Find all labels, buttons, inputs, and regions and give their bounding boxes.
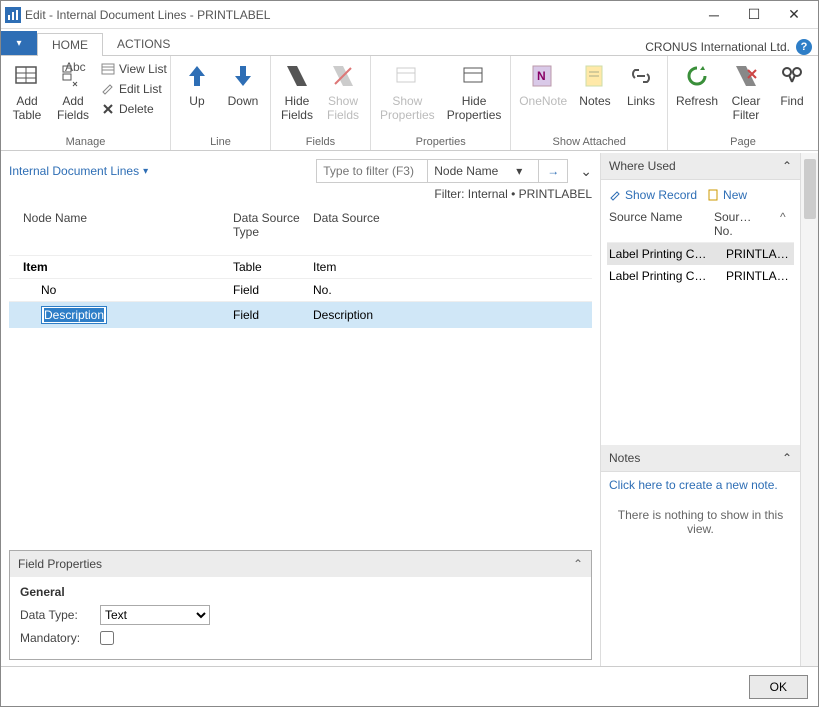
- onenote-button[interactable]: N OneNote: [515, 58, 571, 112]
- new-link[interactable]: New: [707, 188, 747, 202]
- group-manage-label: Manage: [1, 134, 170, 150]
- cell-source-no: PRINTLAB…: [726, 247, 792, 261]
- field-properties-header[interactable]: Field Properties ⌃: [10, 551, 591, 577]
- cell-node-name[interactable]: Item: [23, 260, 48, 274]
- filter-box: Node Name ▾ →: [316, 159, 568, 183]
- chevron-up-icon: ⌃: [573, 557, 583, 571]
- mandatory-checkbox[interactable]: [100, 631, 114, 645]
- ribbon: Add Table Abc Add Fields View List Edit …: [1, 55, 818, 151]
- filter-input[interactable]: [317, 162, 427, 180]
- links-button[interactable]: Links: [619, 58, 663, 112]
- tab-home[interactable]: HOME: [37, 33, 103, 56]
- cell-ds: Description: [313, 308, 592, 322]
- data-type-select[interactable]: Text: [100, 605, 210, 625]
- svg-text:N: N: [537, 69, 546, 83]
- group-properties-label: Properties: [371, 134, 510, 150]
- close-button[interactable]: ✕: [774, 3, 814, 27]
- field-properties-panel: Field Properties ⌃ General Data Type: Te…: [9, 550, 592, 660]
- data-type-label: Data Type:: [20, 608, 90, 622]
- cell-source-no: PRINTLAB…: [726, 269, 792, 283]
- chevron-down-icon: ▾: [143, 166, 148, 177]
- add-table-button[interactable]: Add Table: [5, 58, 49, 127]
- up-button[interactable]: Up: [175, 58, 219, 112]
- active-filter-text: Filter: Internal • PRINTLABEL: [9, 183, 592, 205]
- cell-node-name[interactable]: No: [41, 283, 56, 297]
- group-fields-label: Fields: [271, 134, 370, 150]
- header-ds[interactable]: Data Source: [313, 211, 592, 239]
- footer: OK: [1, 666, 818, 706]
- cell-source-name: Label Printing C…: [609, 269, 726, 283]
- table-row[interactable]: DescriptionFieldDescription: [9, 301, 592, 328]
- mandatory-label: Mandatory:: [20, 631, 90, 645]
- where-used-table-header: Source Name Sour… No. ^: [607, 206, 794, 243]
- content-area: Internal Document Lines ▾ Node Name ▾ → …: [1, 153, 818, 666]
- hide-fields-button[interactable]: Hide Fields: [275, 58, 319, 127]
- header-dstype[interactable]: Data Source Type: [233, 211, 313, 239]
- window-title: Edit - Internal Document Lines - PRINTLA…: [25, 8, 694, 22]
- delete-button[interactable]: Delete: [97, 100, 171, 118]
- filter-field-select[interactable]: Node Name ▾: [428, 164, 538, 178]
- ribbon-tabs: ▾ HOME ACTIONS CRONUS International Ltd.…: [1, 29, 818, 55]
- header-source-name[interactable]: Source Name: [609, 210, 714, 238]
- scrollbar-thumb[interactable]: [804, 159, 816, 219]
- where-used-row[interactable]: Label Printing C…PRINTLAB…: [607, 265, 794, 287]
- hide-properties-button[interactable]: Hide Properties: [442, 58, 507, 127]
- filter-go-button[interactable]: →: [539, 164, 567, 178]
- create-note-link[interactable]: Click here to create a new note.: [601, 472, 800, 498]
- cell-dstype: Field: [233, 283, 313, 297]
- cell-dstype: Table: [233, 260, 313, 274]
- notes-header[interactable]: Notes ⌃: [601, 445, 800, 472]
- cell-ds: Item: [313, 260, 592, 274]
- down-button[interactable]: Down: [221, 58, 265, 112]
- show-properties-button[interactable]: Show Properties: [375, 58, 440, 127]
- view-list-button[interactable]: View List: [97, 60, 171, 78]
- header-node-name[interactable]: Node Name: [23, 211, 233, 239]
- show-record-link[interactable]: Show Record: [609, 188, 697, 202]
- header-source-no[interactable]: Sour… No.: [714, 210, 780, 238]
- notes-button[interactable]: Notes: [573, 58, 617, 112]
- chevron-down-icon: ▾: [516, 164, 522, 178]
- edit-list-button[interactable]: Edit List: [97, 80, 171, 98]
- chevron-up-icon: ^: [780, 210, 792, 238]
- sidepane: Where Used ⌃ Show Record New Source Name…: [600, 153, 800, 666]
- general-heading: General: [20, 585, 581, 599]
- grid-header: Node Name Data Source Type Data Source: [9, 205, 592, 255]
- expand-filter-button[interactable]: ⌄: [580, 163, 592, 180]
- group-line-label: Line: [171, 134, 270, 150]
- show-fields-button[interactable]: Show Fields: [321, 58, 365, 127]
- titlebar: Edit - Internal Document Lines - PRINTLA…: [1, 1, 818, 29]
- refresh-button[interactable]: Refresh: [672, 58, 722, 112]
- cell-dstype: Field: [233, 308, 313, 322]
- company-label: CRONUS International Ltd. ?: [645, 39, 812, 55]
- svg-text:Abc: Abc: [65, 62, 86, 74]
- minimize-button[interactable]: ─: [694, 3, 734, 27]
- scrollbar[interactable]: [800, 153, 818, 666]
- chevron-up-icon: ⌃: [782, 451, 792, 465]
- group-attached-label: Show Attached: [511, 134, 667, 150]
- cell-node-name[interactable]: Description: [41, 306, 107, 324]
- chevron-up-icon: ⌃: [782, 159, 792, 173]
- clear-filter-button[interactable]: Clear Filter: [724, 58, 768, 127]
- tab-actions[interactable]: ACTIONS: [103, 33, 184, 55]
- where-used-header[interactable]: Where Used ⌃: [601, 153, 800, 180]
- add-fields-button[interactable]: Abc Add Fields: [51, 58, 95, 127]
- notes-empty-text: There is nothing to show in this view.: [601, 498, 800, 546]
- where-used-row[interactable]: Label Printing C…PRINTLAB…: [607, 243, 794, 265]
- group-page-label: Page: [668, 134, 818, 150]
- file-tab[interactable]: ▾: [1, 31, 37, 55]
- app-icon: [5, 7, 21, 23]
- maximize-button[interactable]: ☐: [734, 3, 774, 27]
- cell-ds: No.: [313, 283, 592, 297]
- find-button[interactable]: Find: [770, 58, 814, 112]
- table-row[interactable]: No FieldNo.: [9, 278, 592, 301]
- ok-button[interactable]: OK: [749, 675, 808, 699]
- page-title[interactable]: Internal Document Lines ▾: [9, 164, 148, 178]
- company-name: CRONUS International Ltd.: [645, 40, 790, 54]
- table-row[interactable]: ItemTableItem: [9, 255, 592, 278]
- grid: Node Name Data Source Type Data Source I…: [9, 205, 592, 544]
- cell-source-name: Label Printing C…: [609, 247, 726, 261]
- help-icon[interactable]: ?: [796, 39, 812, 55]
- main-column: Internal Document Lines ▾ Node Name ▾ → …: [1, 153, 600, 666]
